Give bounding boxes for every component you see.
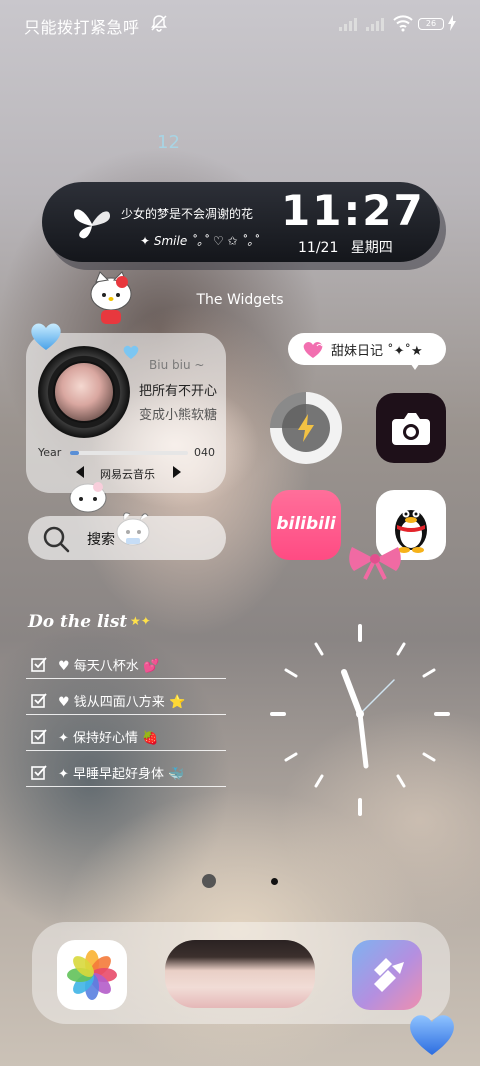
- bilibili-logo: bilibili: [276, 514, 336, 534]
- todo-item-text: ✦ 早睡早起好身体 🐳: [58, 767, 185, 782]
- photos-app[interactable]: [57, 940, 127, 1010]
- diary-text: 甜妹日记 ˚✦˚★: [331, 344, 423, 359]
- checkbox-checked-icon[interactable]: [31, 692, 47, 708]
- battery-icon: 26: [418, 18, 444, 30]
- todo-item-emoji: 💕: [142, 659, 160, 674]
- page-indicator-active[interactable]: [202, 874, 216, 888]
- search-label: 搜索: [87, 532, 115, 548]
- signal-icon: [339, 18, 357, 31]
- diary-bubble-tail: [408, 360, 422, 370]
- checkbox-checked-icon[interactable]: [31, 656, 47, 672]
- smile-text: ✦ Smile ˚｡˚ ♡ ✩ ˚｡˚: [140, 234, 260, 248]
- blue-heart-icon: [410, 1015, 454, 1055]
- camera-icon: [392, 413, 430, 445]
- lightning-icon: [298, 414, 314, 442]
- previous-icon[interactable]: [73, 465, 87, 479]
- butterfly-icon: [74, 209, 110, 239]
- charging-icon: [448, 15, 456, 31]
- weekday-text: 星期四: [350, 240, 393, 256]
- album-art: [53, 361, 115, 423]
- clock-time: 11:27: [281, 186, 425, 235]
- hello-kitty-sticker-icon: [90, 271, 132, 324]
- todo-item-text: ♥ 钱从四面八方来 ⭐: [58, 695, 186, 710]
- moon-icon: [307, 134, 322, 164]
- todo-title: Do the list: [28, 612, 128, 632]
- todo-stars: ★✦: [130, 614, 151, 628]
- analog-clock-widget[interactable]: [258, 614, 462, 824]
- signal-icon: [366, 18, 384, 31]
- camera-app[interactable]: [376, 393, 446, 463]
- blue-heart-icon: [31, 323, 61, 350]
- todo-item-label: 早睡早起好身体: [73, 767, 165, 782]
- todo-item-text: ✦ 保持好心情 🍓: [58, 731, 159, 746]
- motto-text: 少女的梦是不会凋谢的花: [121, 207, 254, 221]
- date-text: 11/21: [298, 240, 339, 256]
- bell-off-icon: [151, 15, 167, 32]
- todo-item-text: ♥ 每天八杯水 💕: [58, 659, 160, 674]
- todo-item-emoji: 🍓: [142, 731, 159, 746]
- todo-item-label: 每天八杯水: [73, 659, 139, 674]
- photo-widget[interactable]: [165, 940, 315, 1008]
- checkbox-checked-icon[interactable]: [31, 764, 47, 780]
- music-line-3: 变成小熊软糖: [139, 408, 218, 423]
- tools-app[interactable]: [352, 940, 422, 1010]
- music-line-2: 把所有不开心: [139, 384, 218, 399]
- search-icon: [43, 526, 70, 553]
- todo-item-label: 钱从四面八方来: [73, 695, 165, 710]
- pink-bow-icon: [349, 547, 401, 580]
- checkbox-checked-icon[interactable]: [31, 728, 47, 744]
- photos-flower-icon: [67, 950, 117, 1000]
- wifi-icon: [393, 15, 413, 32]
- battery-level: 26: [425, 19, 437, 28]
- progress-fill: [70, 451, 79, 455]
- music-line-1: Biu biu ~: [149, 358, 205, 372]
- year-label: Year: [38, 446, 62, 459]
- music-app-name: 网易云音乐: [100, 468, 155, 481]
- next-icon[interactable]: [170, 465, 184, 479]
- page-indicator[interactable]: [271, 878, 278, 885]
- brush-icon: [374, 958, 404, 992]
- small-number: 12: [157, 132, 180, 153]
- clock-date: 11/21 星期四: [298, 237, 393, 257]
- widgets-title: The Widgets: [196, 292, 284, 308]
- todo-item-emoji: ⭐: [168, 695, 186, 710]
- progress-track[interactable]: [70, 451, 188, 455]
- todo-item-label: 保持好心情: [73, 731, 139, 746]
- status-carrier-text: 只能拨打紧急呼: [24, 18, 140, 37]
- todo-item-emoji: 🐳: [168, 767, 185, 782]
- track-number: 040: [194, 446, 215, 459]
- blue-heart-icon: [123, 345, 139, 359]
- pink-hearts-icon: [303, 342, 323, 358]
